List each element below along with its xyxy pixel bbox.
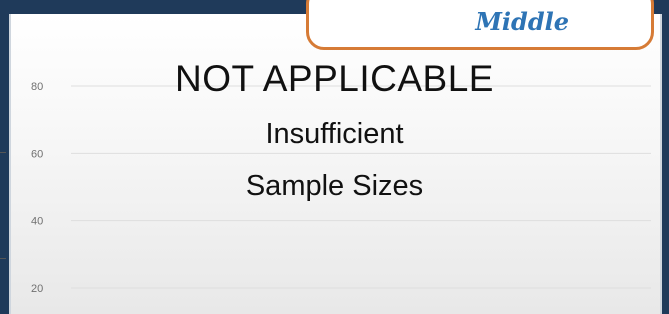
insufficient-text: Insufficient	[265, 118, 404, 150]
middle-badge: Middle	[306, 0, 654, 50]
left-edge-tick	[0, 152, 6, 153]
sample-sizes-text: Sample Sizes	[245, 170, 424, 202]
middle-badge-label: Middle	[475, 7, 569, 36]
y-tick-label: 20	[31, 283, 43, 295]
not-applicable-title: NOT APPLICABLE	[175, 58, 494, 99]
left-edge-tick	[0, 258, 6, 259]
y-tick-label: 40	[31, 216, 43, 228]
